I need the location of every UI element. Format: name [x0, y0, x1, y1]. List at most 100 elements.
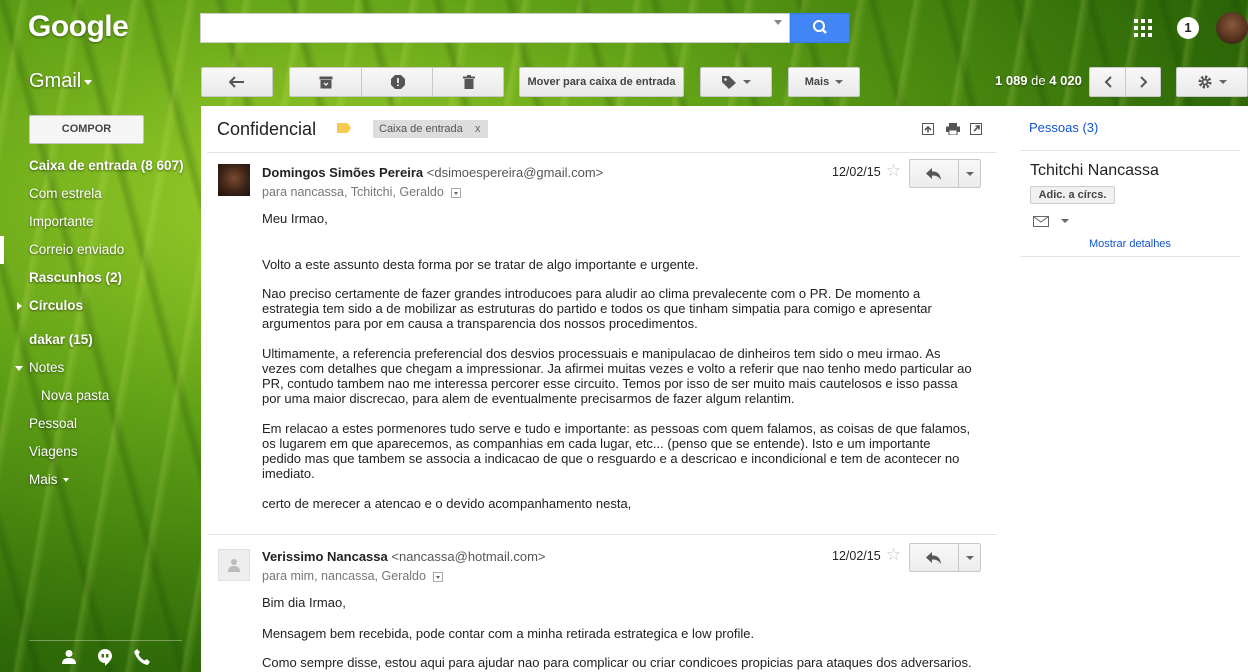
spam-icon	[390, 75, 405, 89]
collapse-arrow-icon[interactable]	[15, 366, 23, 371]
selected-folder-marker	[0, 236, 4, 264]
contact-name[interactable]: Tchitchi Nancassa	[1030, 162, 1159, 180]
message-paragraph: Ultimamente, a referencia preferencial d…	[262, 346, 972, 406]
sender-line[interactable]: Verissimo Nancassa <nancassa@hotmail.com…	[262, 549, 545, 564]
sidebar-item-dakar[interactable]: dakar (15)	[29, 332, 93, 347]
search-input[interactable]	[200, 13, 790, 43]
move-to-inbox-button[interactable]: Mover para caixa de entrada	[519, 67, 684, 97]
recipients-line: para nancassa, Tchitchi, Geraldo	[262, 185, 462, 199]
message-date: 12/02/15	[832, 549, 881, 563]
back-button[interactable]	[201, 67, 273, 97]
sidebar-item-sent[interactable]: Correio enviado	[29, 242, 124, 257]
search-button[interactable]	[790, 13, 850, 43]
message-paragraph: Nao preciso certamente de fazer grandes …	[262, 286, 932, 331]
chevron-down-icon	[835, 80, 844, 84]
compose-button[interactable]: COMPOR	[29, 115, 144, 144]
trash-icon	[462, 75, 475, 89]
open-new-window-icon[interactable]	[970, 123, 982, 135]
google-logo[interactable]: Google	[28, 10, 129, 44]
reply-button[interactable]	[910, 160, 958, 187]
sender-email: <nancassa@hotmail.com>	[391, 549, 546, 564]
chevron-down-icon[interactable]	[84, 80, 92, 85]
remove-label-button[interactable]: x	[475, 120, 481, 138]
gmail-app-switcher[interactable]: Gmail	[29, 70, 81, 93]
pagination-button-group	[1089, 67, 1161, 97]
gear-icon	[1198, 75, 1212, 89]
people-divider	[1020, 150, 1240, 151]
settings-button[interactable]	[1176, 67, 1248, 97]
apps-grid-icon[interactable]	[1134, 19, 1152, 37]
sidebar-item-personal[interactable]: Pessoal	[29, 416, 77, 431]
hangouts-icon[interactable]	[98, 649, 112, 666]
chevron-right-icon	[1139, 76, 1147, 88]
sender-line[interactable]: Domingos Simões Pereira <dsimoespereira@…	[262, 165, 603, 180]
chevron-down-icon	[966, 171, 974, 176]
default-avatar-icon	[228, 559, 240, 572]
delete-button[interactable]	[433, 68, 504, 96]
chevron-down-icon	[1219, 80, 1227, 84]
sidebar-item-new-folder[interactable]: Nova pasta	[41, 388, 109, 403]
chevron-down-icon[interactable]	[1061, 219, 1069, 223]
add-to-circles-button[interactable]: Adic. a círcs.	[1030, 186, 1115, 204]
star-icon[interactable]: ☆	[886, 161, 901, 181]
star-icon[interactable]: ☆	[886, 545, 901, 565]
contacts-icon[interactable]	[62, 649, 76, 665]
sidebar-more-label: Mais	[29, 472, 58, 487]
pagination-counter: 1 089 de 4 020	[995, 73, 1082, 88]
sender-email: <dsimoespereira@gmail.com>	[426, 165, 604, 180]
action-button-group	[289, 67, 504, 97]
people-panel-title[interactable]: Pessoas (3)	[1029, 120, 1098, 135]
sidebar-item-notes[interactable]: Notes	[29, 360, 64, 375]
expand-arrow-icon[interactable]	[17, 302, 22, 310]
arrow-left-icon	[229, 76, 244, 88]
expand-all-icon[interactable]	[922, 123, 934, 135]
reply-icon	[926, 167, 941, 180]
thread-subject: Confidencial	[217, 119, 317, 139]
show-details-caret-icon[interactable]	[451, 187, 462, 198]
archive-icon	[319, 76, 333, 88]
sender-avatar[interactable]	[218, 549, 250, 581]
recipients-line: para mim, nancassa, Geraldo	[262, 569, 444, 583]
account-avatar[interactable]	[1216, 12, 1248, 44]
reply-button-group	[909, 159, 981, 188]
sidebar-item-circles[interactable]: Círculos	[29, 298, 83, 313]
message-paragraph: Meu Irmao,	[262, 211, 328, 226]
older-button[interactable]	[1126, 68, 1161, 96]
label-chip[interactable]: Caixa de entrada	[373, 120, 488, 138]
sidebar-item-drafts[interactable]: Rascunhos (2)	[29, 270, 122, 285]
sidebar-item-starred[interactable]: Com estrela	[29, 186, 102, 201]
range-start: 1 089	[995, 73, 1028, 88]
sidebar-divider	[29, 640, 182, 641]
recipients-text: para mim, nancassa, Geraldo	[262, 569, 426, 583]
more-button[interactable]: Mais	[788, 67, 860, 97]
sidebar-item-travel[interactable]: Viagens	[29, 444, 78, 459]
message-paragraph: Em relacao a estes pormenores tudo serve…	[262, 421, 971, 481]
recipients-text: para nancassa, Tchitchi, Geraldo	[262, 185, 444, 199]
newer-button[interactable]	[1090, 68, 1126, 96]
message-paragraph: Bim dia Irmao,	[262, 595, 346, 610]
show-details-link[interactable]: Mostrar detalhes	[1089, 238, 1171, 250]
sidebar-item-more[interactable]: Mais	[29, 472, 70, 487]
message-paragraph: certo de merecer a atencao e o devido ac…	[262, 496, 632, 511]
range-total: 4 020	[1049, 73, 1082, 88]
sender-name: Domingos Simões Pereira	[262, 165, 424, 180]
search-icon	[813, 20, 827, 34]
sender-avatar[interactable]	[218, 164, 250, 196]
email-icon[interactable]	[1033, 216, 1049, 227]
more-actions-button[interactable]	[959, 544, 981, 571]
report-spam-button[interactable]	[362, 68, 433, 96]
sidebar-item-important[interactable]: Importante	[29, 214, 94, 229]
archive-button[interactable]	[290, 68, 362, 96]
chevron-down-icon	[743, 80, 751, 84]
phone-icon[interactable]	[134, 649, 150, 665]
show-details-caret-icon[interactable]	[433, 571, 444, 582]
sidebar-item-inbox[interactable]: Caixa de entrada (8 607)	[29, 158, 184, 173]
search-options-caret-icon[interactable]	[774, 20, 782, 25]
reply-icon	[926, 551, 941, 564]
reply-button-group	[909, 543, 981, 572]
reply-button[interactable]	[910, 544, 958, 571]
notifications-badge[interactable]: 1	[1177, 17, 1199, 39]
more-actions-button[interactable]	[959, 160, 981, 187]
labels-button[interactable]	[700, 67, 772, 97]
print-icon[interactable]	[946, 123, 960, 135]
